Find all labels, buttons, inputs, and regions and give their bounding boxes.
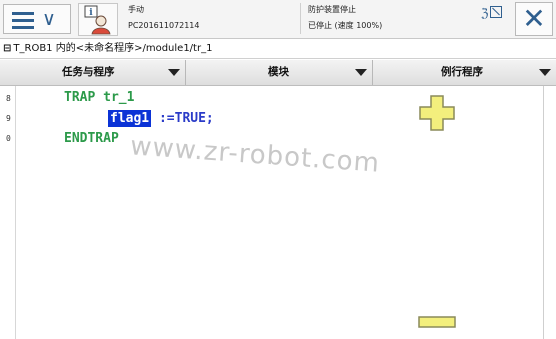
trap-name: tr_1: [103, 90, 135, 105]
window-box-icon: [490, 6, 503, 18]
chevron-down-icon: ∨: [42, 8, 56, 30]
close-icon: ✕: [522, 2, 546, 35]
breadcrumb-path: T_ROB1 内的<未命名程序>/module1/tr_1: [13, 43, 213, 54]
line-number: 0: [6, 134, 11, 143]
keyword-endtrap: ENDTRAP: [64, 131, 119, 146]
run-state: 已停止 (速度 100%): [308, 21, 383, 30]
chevron-down-icon: [355, 69, 367, 76]
code-editor[interactable]: 8 9 0 TRAP tr_1 flag1 :=TRUE; ENDTRAP: [0, 86, 556, 339]
scroll-rail[interactable]: [543, 86, 544, 339]
code-line-1[interactable]: TRAP tr_1: [64, 90, 134, 106]
info-user-icon: i: [84, 5, 111, 35]
code-line-3[interactable]: ENDTRAP: [64, 131, 119, 147]
gutter-divider: [15, 86, 16, 339]
hamburger-icon: [12, 12, 34, 29]
routines-label: 例行程序: [441, 66, 483, 78]
close-button[interactable]: ✕: [515, 2, 553, 36]
tasks-and-programs-label: 任务与程序: [62, 66, 115, 78]
line-number: 9: [6, 114, 11, 123]
code-line-2[interactable]: flag1 :=TRUE;: [108, 110, 214, 127]
controller-name: PC201611072114: [128, 21, 200, 30]
modules-menu[interactable]: 模块: [186, 60, 373, 85]
status-bar: ∨ i 手动 PC201611072114 防护装置停止 已停止 (速度 100…: [0, 0, 556, 39]
tasks-and-programs-menu[interactable]: 任务与程序: [0, 60, 186, 85]
modules-label: 模块: [268, 66, 289, 78]
status-divider: [300, 3, 301, 34]
safety-state: 防护装置停止: [308, 5, 356, 14]
collapse-icon[interactable]: ⊟: [3, 43, 11, 54]
speed-icon: ℨ: [481, 6, 489, 20]
chevron-down-icon: [168, 69, 180, 76]
mode-text: 手动: [128, 5, 144, 14]
routines-menu[interactable]: 例行程序: [373, 60, 556, 85]
chevron-down-icon: [539, 69, 551, 76]
status-info-button[interactable]: i: [78, 3, 118, 36]
keyword-trap: TRAP: [64, 90, 96, 105]
minus-icon[interactable]: [418, 316, 456, 328]
plus-icon[interactable]: [418, 94, 456, 132]
quickset-icons[interactable]: ℨ: [481, 6, 503, 20]
breadcrumb: ⊟ T_ROB1 内的<未命名程序>/module1/tr_1: [0, 39, 556, 59]
selected-variable[interactable]: flag1: [108, 110, 152, 127]
svg-text:i: i: [89, 8, 93, 18]
line-number: 8: [6, 94, 11, 103]
main-menu-button[interactable]: ∨: [3, 4, 71, 34]
editor-menubar: 任务与程序 模块 例行程序: [0, 60, 556, 86]
assignment-rest: :=TRUE;: [158, 111, 214, 126]
